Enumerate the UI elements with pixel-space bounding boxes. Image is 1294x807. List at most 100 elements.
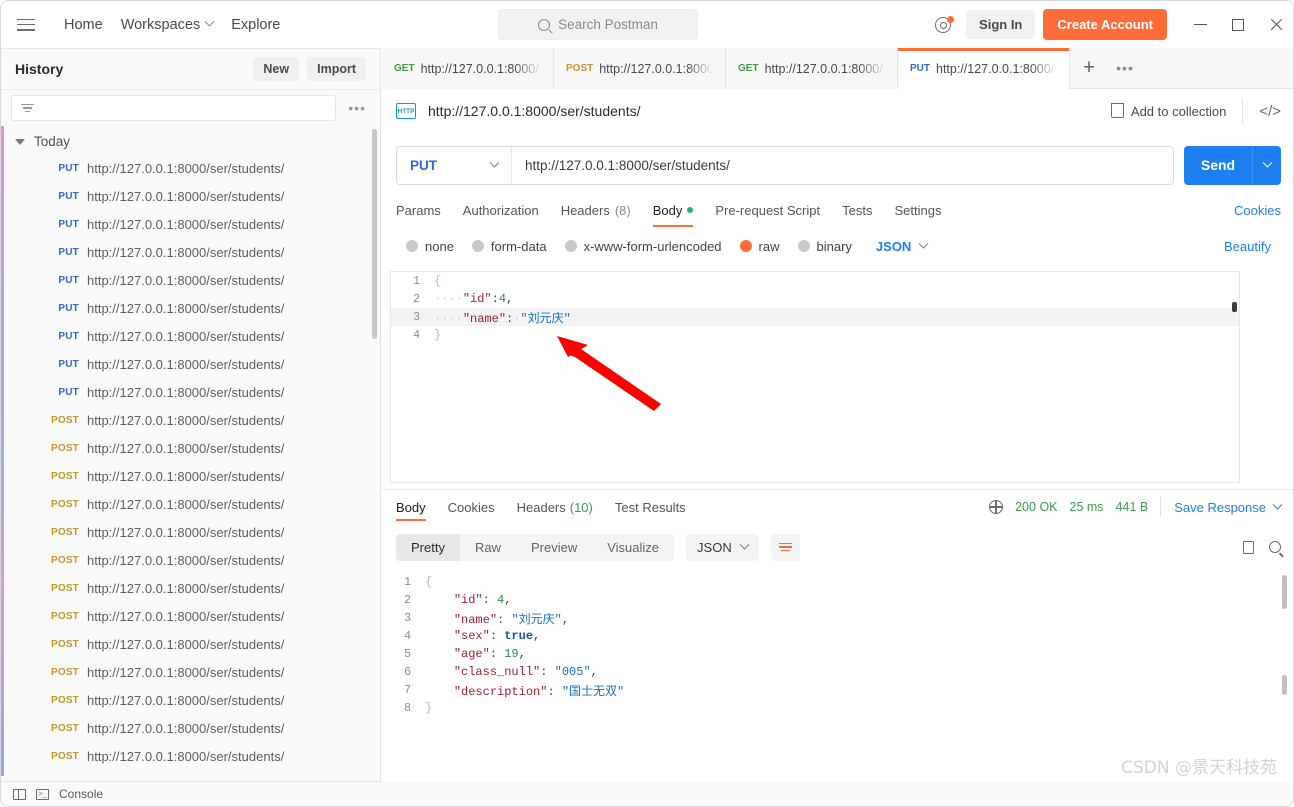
history-item[interactable]: POST http://127.0.0.1:8000/ser/students/ xyxy=(1,434,380,462)
history-filter-input[interactable] xyxy=(11,95,337,121)
history-item[interactable]: PUT http://127.0.0.1:8000/ser/students/ xyxy=(1,182,380,210)
response-tab-cookies[interactable]: Cookies xyxy=(448,493,495,521)
request-tab[interactable]: GET http://127.0.0.1:8000/ser/ xyxy=(726,48,898,89)
send-button[interactable]: Send xyxy=(1184,145,1252,185)
copy-icon[interactable] xyxy=(1243,538,1260,554)
cookies-link[interactable]: Cookies xyxy=(1234,203,1281,218)
modified-dot-icon xyxy=(687,207,694,213)
request-tab-active[interactable]: PUT http://127.0.0.1:8000/ser/s xyxy=(898,48,1070,89)
history-item[interactable]: POST http://127.0.0.1:8000/ser/students/ xyxy=(1,490,380,518)
history-item[interactable]: POST http://127.0.0.1:8000/ser/students/ xyxy=(1,630,380,658)
history-item[interactable]: POST http://127.0.0.1:8000/ser/students/ xyxy=(1,546,380,574)
wrap-lines-button[interactable] xyxy=(770,533,800,561)
sidebar-more-icon[interactable]: ••• xyxy=(344,100,370,116)
response-tab-test-results[interactable]: Test Results xyxy=(615,493,686,521)
maximize-button[interactable] xyxy=(1219,1,1257,48)
response-tab-body[interactable]: Body xyxy=(396,493,426,521)
body-type-form-data[interactable]: form-data xyxy=(471,239,547,254)
request-tab[interactable]: GET http://127.0.0.1:8000/ser/s xyxy=(382,48,554,89)
request-subtab-params[interactable]: Params xyxy=(396,195,441,225)
request-tab-method: PUT xyxy=(910,63,930,74)
create-account-button[interactable]: Create Account xyxy=(1043,9,1167,40)
body-type-x-www-form-urlencoded[interactable]: x-www-form-urlencoded xyxy=(564,239,722,254)
history-item[interactable]: PUT http://127.0.0.1:8000/ser/students/ xyxy=(1,238,380,266)
request-subtab-count: (8) xyxy=(614,202,631,218)
history-group-today[interactable]: Today xyxy=(1,129,380,154)
request-subtab-label: Params xyxy=(396,202,441,218)
body-type-raw[interactable]: raw xyxy=(739,239,780,254)
search-icon xyxy=(538,18,551,31)
history-item[interactable]: PUT http://127.0.0.1:8000/ser/students/ xyxy=(1,266,380,294)
response-view-visualize[interactable]: Visualize xyxy=(592,534,674,561)
response-body-text: "id": 4, xyxy=(453,593,512,607)
request-subtab-headers[interactable]: Headers (8) xyxy=(561,195,631,225)
tab-options-icon[interactable]: ••• xyxy=(1108,48,1142,88)
history-item[interactable]: POST http://127.0.0.1:8000/ser/students/ xyxy=(1,518,380,546)
history-item[interactable]: PUT http://127.0.0.1:8000/ser/students/ xyxy=(1,294,380,322)
request-body-editor[interactable]: 1{2 ····"id":4, 3 ····"name":·"刘元庆" 4} xyxy=(390,271,1240,483)
response-body[interactable]: 1{2 "id": 4, 3 "name": "刘元庆", 4 "sex": tru… xyxy=(382,567,1293,782)
settings-button[interactable] xyxy=(926,8,960,42)
history-item[interactable]: PUT http://127.0.0.1:8000/ser/students/ xyxy=(1,154,380,182)
body-format-select[interactable]: JSON xyxy=(875,238,929,254)
menu-icon[interactable] xyxy=(17,18,35,31)
history-item[interactable]: PUT http://127.0.0.1:8000/ser/students/ xyxy=(1,210,380,238)
request-subtab-body[interactable]: Body xyxy=(652,195,694,227)
request-url-input[interactable]: http://127.0.0.1:8000/ser/students/ xyxy=(512,158,1173,173)
console-label[interactable]: Console xyxy=(59,787,103,801)
history-item[interactable]: PUT http://127.0.0.1:8000/ser/students/ xyxy=(1,350,380,378)
request-subtab-pre-request-script[interactable]: Pre-request Script xyxy=(715,195,820,225)
toggle-sidebar-icon[interactable] xyxy=(13,788,26,800)
response-status: 200 OK xyxy=(1015,500,1058,514)
request-subtab-tests[interactable]: Tests xyxy=(842,195,872,225)
history-item[interactable]: PUT http://127.0.0.1:8000/ser/students/ xyxy=(1,378,380,406)
method-select[interactable]: PUT xyxy=(397,146,512,184)
new-tab-button[interactable]: + xyxy=(1070,48,1108,88)
send-options-button[interactable] xyxy=(1252,145,1281,185)
search-icon[interactable] xyxy=(1269,541,1281,553)
beautify-button[interactable]: Beautify xyxy=(1224,239,1271,254)
response-tab-headers[interactable]: Headers (10) xyxy=(517,493,593,521)
history-item[interactable]: POST http://127.0.0.1:8000/ser/students/ xyxy=(1,658,380,686)
request-tab-url: http://127.0.0.1:8000/ser/s xyxy=(420,61,541,76)
search-input[interactable]: Search Postman xyxy=(498,9,698,40)
response-view-preview[interactable]: Preview xyxy=(516,534,592,561)
minimize-button[interactable] xyxy=(1181,1,1219,48)
request-tab[interactable]: POST http://127.0.0.1:8000/ser xyxy=(554,48,726,89)
response-format-select[interactable]: JSON xyxy=(686,533,759,561)
sidebar-scrollbar[interactable] xyxy=(372,129,377,339)
sidebar-header: History New Import xyxy=(1,49,380,90)
response-view-pretty[interactable]: Pretty xyxy=(396,533,460,561)
history-item[interactable]: PUT http://127.0.0.1:8000/ser/students/ xyxy=(1,322,380,350)
new-button[interactable]: New xyxy=(253,57,300,81)
history-item[interactable]: POST http://127.0.0.1:8000/ser/students/ xyxy=(1,406,380,434)
response-scrollbar-thumb[interactable] xyxy=(1282,575,1287,609)
history-item[interactable]: POST http://127.0.0.1:8000/ser/students/ xyxy=(1,574,380,602)
history-item[interactable]: POST http://127.0.0.1:8000/ser/students/ xyxy=(1,686,380,714)
nav-home[interactable]: Home xyxy=(55,13,112,37)
response-view-raw[interactable]: Raw xyxy=(460,534,516,561)
body-type-none[interactable]: none xyxy=(406,239,454,254)
console-icon[interactable]: >_ xyxy=(36,788,49,800)
sign-in-button[interactable]: Sign In xyxy=(966,10,1036,39)
history-item[interactable]: POST http://127.0.0.1:8000/ser/students/ xyxy=(1,742,380,770)
close-button[interactable] xyxy=(1257,1,1293,48)
response-scrollbar-thumb-2[interactable] xyxy=(1282,675,1287,695)
nav-explore[interactable]: Explore xyxy=(222,13,289,37)
history-item[interactable]: POST http://127.0.0.1:8000/ser/students/ xyxy=(1,462,380,490)
editor-scrollbar[interactable] xyxy=(1232,302,1237,312)
add-to-collection-button[interactable]: Add to collection xyxy=(1110,102,1226,119)
request-tab-url: http://127.0.0.1:8000/ser/ xyxy=(764,61,885,76)
body-format-label: JSON xyxy=(875,238,912,254)
history-item[interactable]: POST http://127.0.0.1:8000/ser/students/ xyxy=(1,714,380,742)
import-button[interactable]: Import xyxy=(307,57,366,81)
method-color-strip xyxy=(1,126,4,776)
history-item[interactable]: POST http://127.0.0.1:8000/ser/students/ xyxy=(1,602,380,630)
code-snippet-icon[interactable]: </> xyxy=(1242,98,1281,124)
nav-workspaces[interactable]: Workspaces xyxy=(112,13,223,37)
save-response-button[interactable]: Save Response xyxy=(1160,497,1283,517)
body-type-binary[interactable]: binary xyxy=(797,239,852,254)
request-subtab-settings[interactable]: Settings xyxy=(894,195,941,225)
history-item-method: POST xyxy=(50,750,79,762)
request-subtab-authorization[interactable]: Authorization xyxy=(463,195,539,225)
